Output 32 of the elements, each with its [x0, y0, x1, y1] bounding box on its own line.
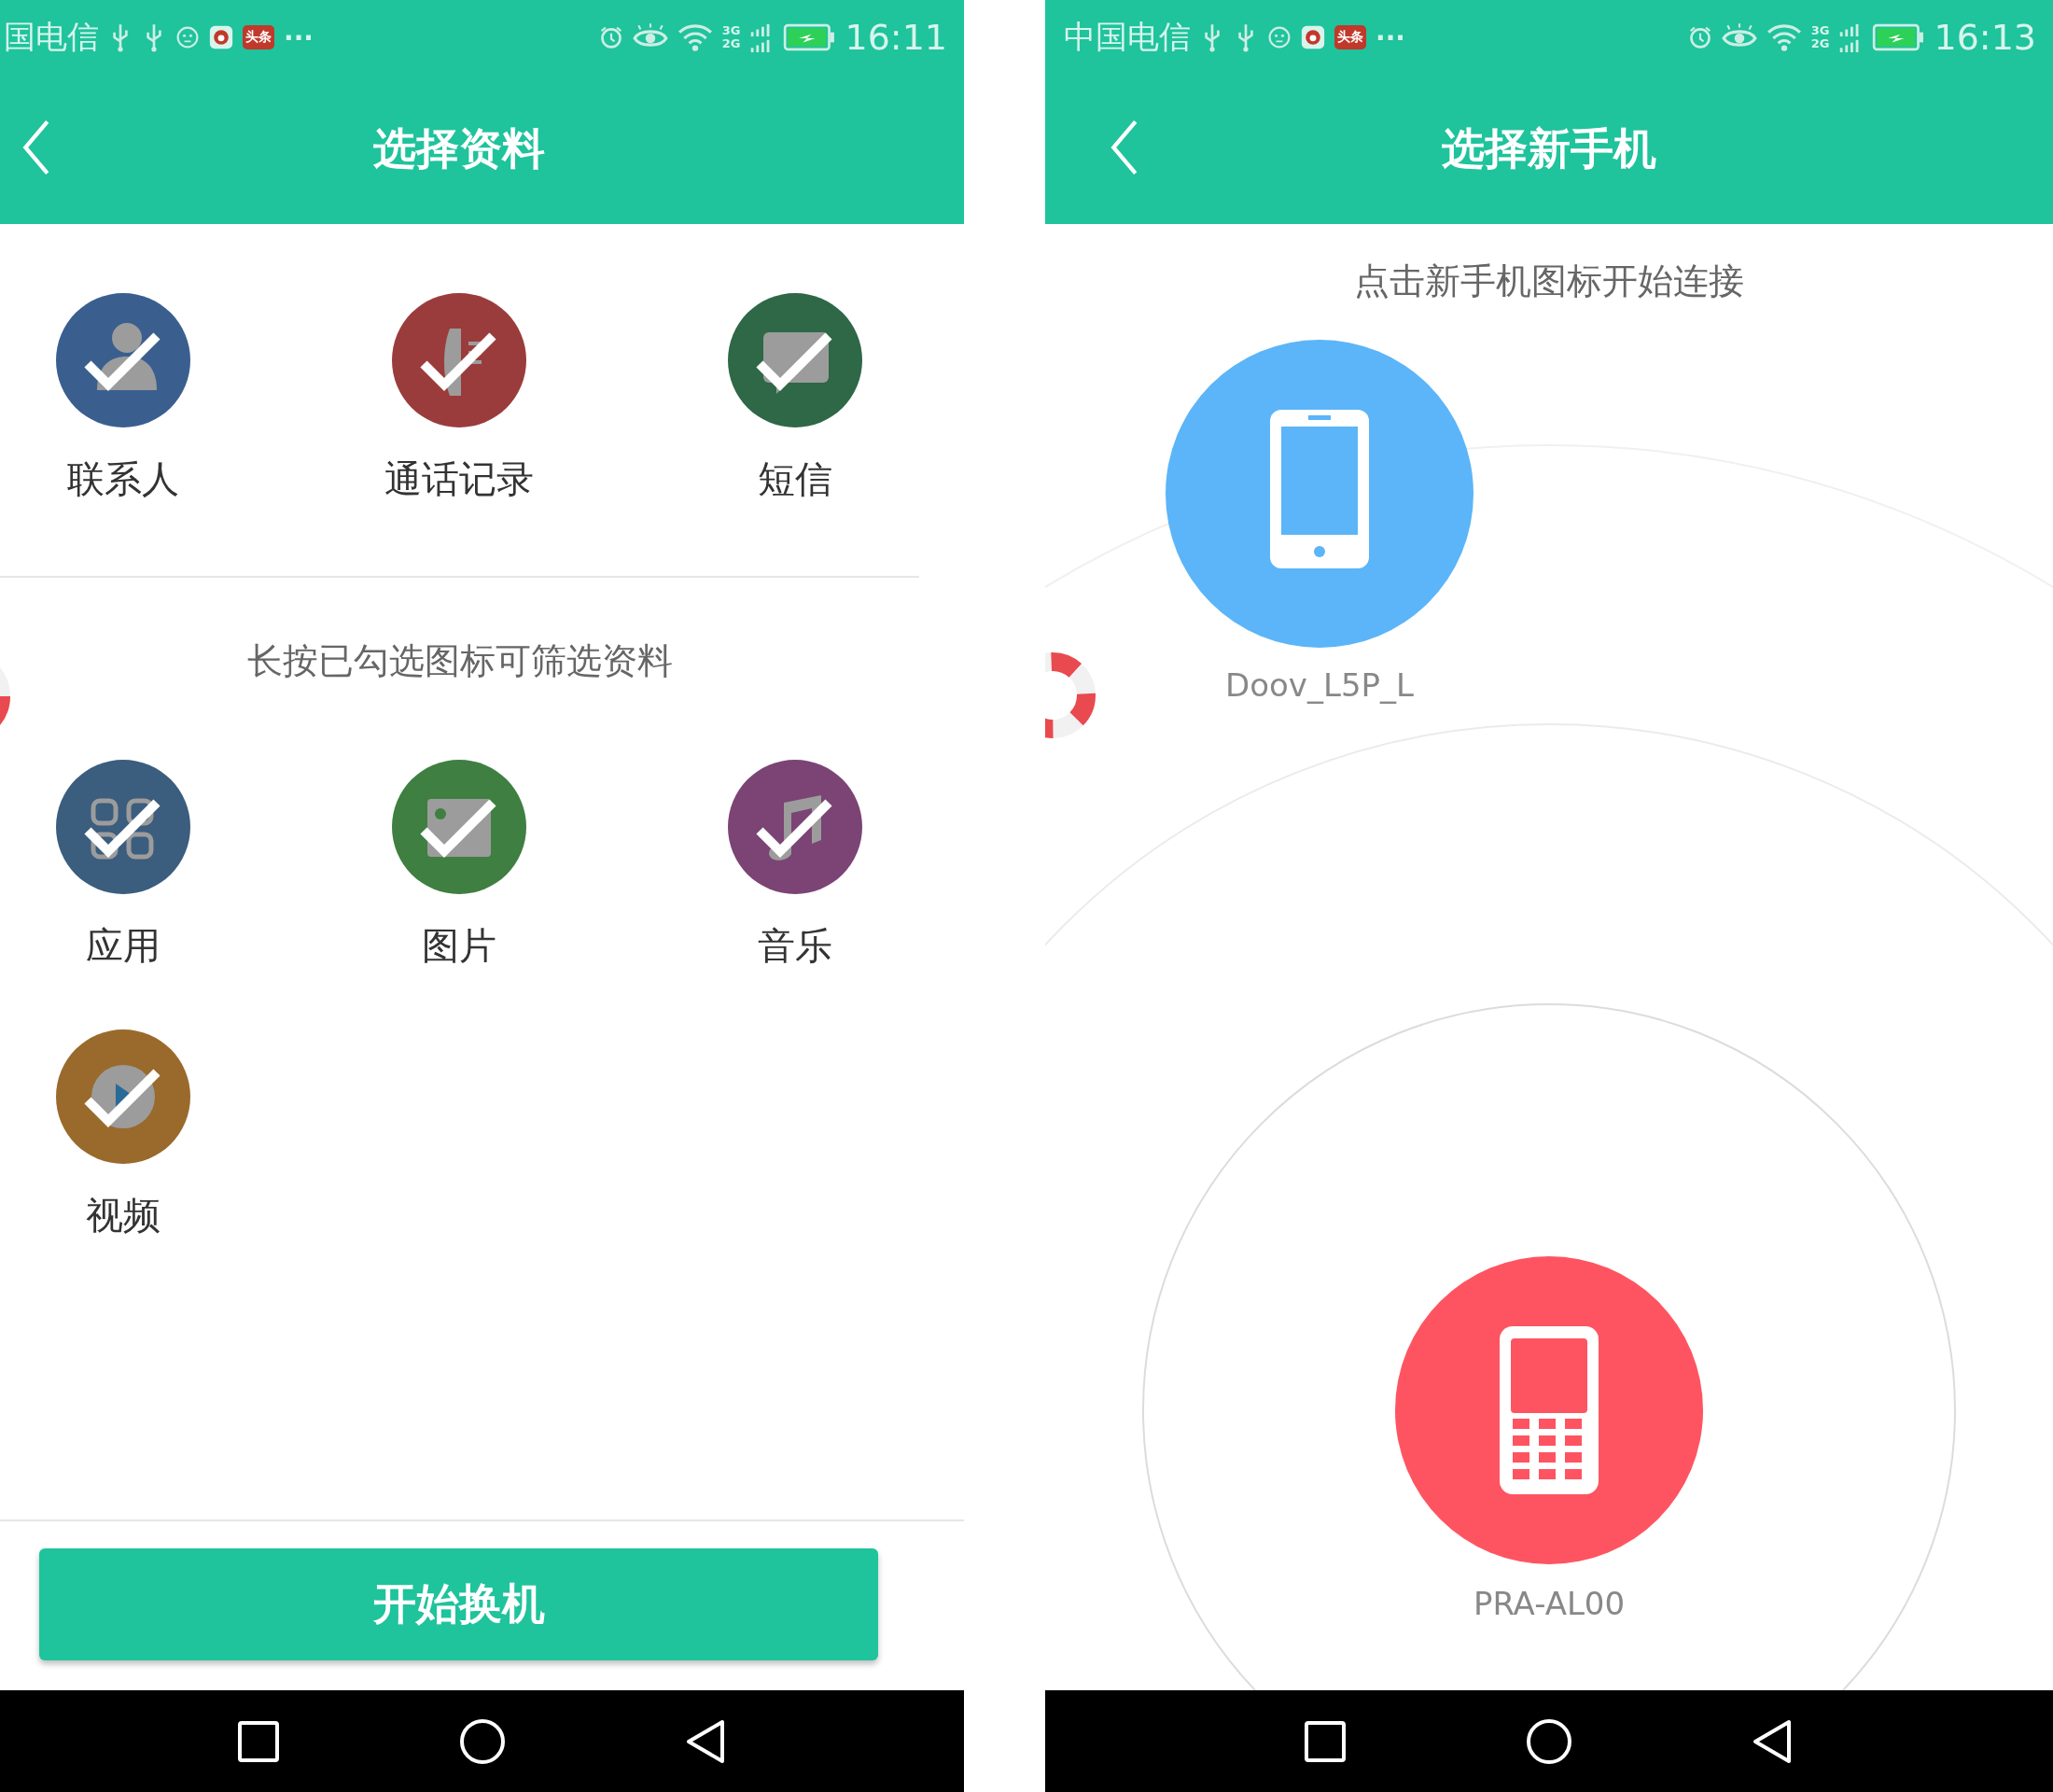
carrier-name: 中国电信 [1064, 17, 1191, 57]
clock-time: 16:13 [1934, 17, 2036, 58]
data-type-item[interactable]: 联系人 [0, 293, 291, 505]
data-type-item[interactable]: 图片 [291, 760, 627, 972]
data-type-item[interactable]: 通话记录 [291, 293, 627, 505]
wifi-icon [677, 22, 713, 52]
page-title: 选择资料 [372, 122, 545, 175]
battery-icon [1872, 22, 1925, 52]
network-type: 3G [1810, 24, 1830, 37]
device-name: Doov_L5P_L [1224, 666, 1415, 704]
data-type-item[interactable]: 短信 [627, 293, 963, 505]
network-type: 3G [721, 24, 741, 37]
data-type-item[interactable]: 音乐 [627, 760, 963, 972]
carrier-name: 国电信 [4, 17, 99, 57]
app-badge: 头条 [243, 25, 274, 49]
device-name: PRA-AL00 [1472, 1585, 1627, 1622]
app-badge: 头条 [1334, 25, 1366, 49]
more-indicator: ··· [284, 21, 314, 53]
wifi-icon [1766, 22, 1802, 52]
network-type: 2G [1810, 37, 1830, 50]
more-indicator: ··· [1376, 21, 1405, 53]
battery-icon [783, 22, 836, 52]
clock-time: 16:11 [845, 17, 947, 58]
network-type: 2G [721, 37, 741, 50]
home-icon[interactable] [1526, 1717, 1572, 1765]
keypad-phone-icon[interactable] [1395, 1256, 1703, 1564]
data-type-item[interactable]: 视频 [0, 1029, 291, 1241]
hint-text: 点击新手机图标开始连接 [1353, 259, 1745, 303]
home-icon[interactable] [458, 1717, 506, 1765]
page-title: 选择新手机 [1442, 122, 1656, 175]
data-type-item[interactable]: 应用 [0, 760, 291, 972]
hint-text: 长按已勾选图标可筛选资料 [245, 639, 674, 683]
